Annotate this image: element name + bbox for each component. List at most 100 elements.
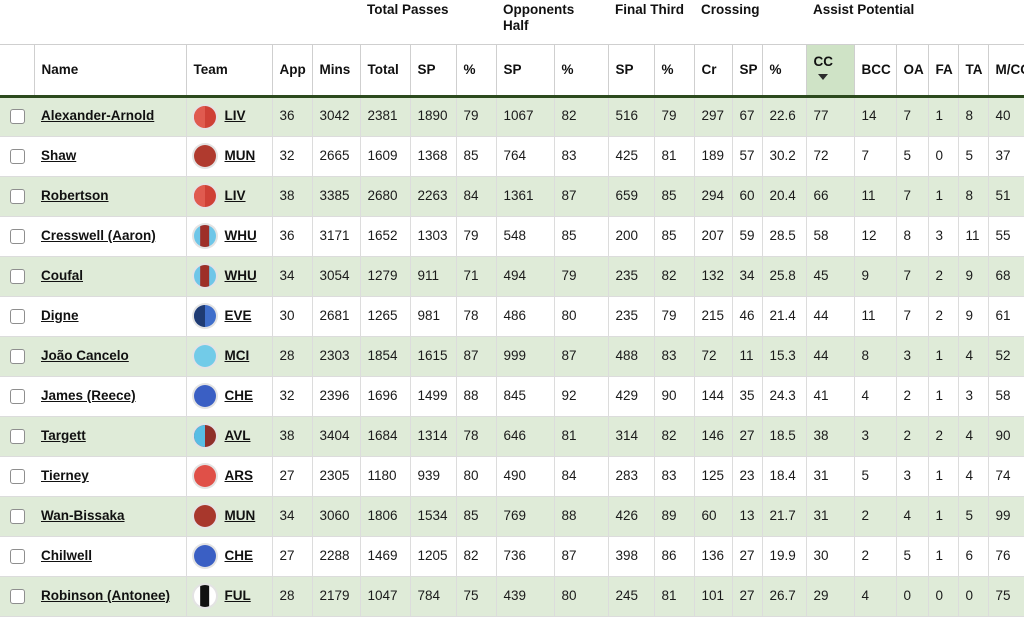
total-passes-total-column[interactable]: Total	[359, 43, 411, 98]
team-wrapper: CHE	[193, 545, 265, 567]
team-link[interactable]: CHE	[225, 388, 254, 404]
row-checkbox[interactable]	[9, 109, 25, 124]
stat-cell-oa: 2	[895, 416, 929, 457]
row-checkbox[interactable]	[9, 348, 25, 364]
stat-cell-tp-pct: 82	[455, 536, 497, 577]
mins-column[interactable]: Mins	[311, 43, 361, 98]
row-checkbox[interactable]	[9, 508, 25, 524]
team-link[interactable]: MUN	[225, 148, 256, 164]
crossing-pct-column[interactable]: %	[761, 43, 807, 98]
player-name-link[interactable]: Robinson (Antonee)	[41, 588, 170, 604]
player-name-link[interactable]: Shaw	[41, 148, 76, 164]
row-select-cell[interactable]	[0, 296, 34, 337]
assist-mcc-column[interactable]: M/CC	[987, 43, 1024, 98]
player-name-link[interactable]: Chilwell	[41, 548, 92, 564]
team-column[interactable]: Team	[185, 43, 272, 98]
player-name-cell: Cresswell (Aaron)	[34, 216, 186, 257]
row-select-cell[interactable]	[0, 576, 34, 617]
crossing-sp-column[interactable]: SP	[731, 43, 763, 98]
row-checkbox[interactable]	[9, 268, 25, 284]
team-link[interactable]: LIV	[225, 108, 246, 124]
opponents-half-sp-column[interactable]: SP	[495, 43, 555, 98]
team-link[interactable]: FUL	[225, 588, 251, 604]
stat-cell-oh-pct: 82	[553, 96, 609, 137]
player-name-link[interactable]: João Cancelo	[41, 348, 129, 364]
crossing-cr-column[interactable]: Cr	[693, 43, 733, 98]
table-row: Coufal WHU 34 3054 1279 911 71 494 79 235 82 132 34 2…	[0, 256, 1024, 297]
final-third-pct-column[interactable]: %	[653, 43, 695, 98]
stat-cell-mcc: 74	[987, 456, 1024, 497]
assist-cc-column[interactable]: CC	[805, 43, 855, 98]
row-checkbox[interactable]	[9, 388, 25, 404]
final-third-sp-column[interactable]: SP	[607, 43, 655, 98]
app-column[interactable]: App	[271, 43, 312, 98]
row-checkbox[interactable]	[9, 428, 25, 444]
team-link[interactable]: WHU	[225, 268, 257, 284]
stat-cell-oh-sp: 494	[495, 256, 555, 297]
row-select-cell[interactable]	[0, 216, 34, 257]
team-link[interactable]: AVL	[225, 428, 251, 444]
player-name-link[interactable]: Alexander-Arnold	[41, 108, 154, 124]
row-checkbox[interactable]	[9, 588, 25, 604]
row-select-cell[interactable]	[0, 376, 34, 417]
player-name-link[interactable]: Targett	[41, 428, 86, 444]
row-select-cell[interactable]	[0, 256, 34, 297]
row-checkbox[interactable]	[9, 228, 25, 244]
team-link[interactable]: MCI	[225, 348, 250, 364]
team-link[interactable]: WHU	[225, 228, 257, 244]
assist-oa-column[interactable]: OA	[895, 43, 929, 98]
total-passes-pct-column[interactable]: %	[455, 43, 497, 98]
team-link[interactable]: ARS	[225, 468, 254, 484]
table-row: Robinson (Antonee) FUL 28 2179 1047 784 75 439 8…	[0, 576, 1024, 617]
stat-cell-cc: 77	[805, 96, 855, 137]
stat-cell-ft-pct: 81	[653, 136, 695, 177]
stat-cell-mcc: 61	[987, 296, 1024, 337]
row-select-cell[interactable]	[0, 96, 34, 137]
stat-cell-cr: 297	[693, 96, 733, 137]
team-wrapper: ARS	[193, 465, 265, 487]
player-name-link[interactable]: Cresswell (Aaron)	[41, 228, 156, 244]
team-link[interactable]: CHE	[225, 548, 254, 564]
team-wrapper: CHE	[193, 385, 265, 407]
player-name-link[interactable]: Digne	[41, 308, 79, 324]
row-checkbox[interactable]	[9, 188, 25, 204]
player-name-link[interactable]: Coufal	[41, 268, 83, 284]
row-select-cell[interactable]	[0, 176, 34, 217]
player-name-link[interactable]: James (Reece)	[41, 388, 136, 404]
sort-descending-icon[interactable]	[817, 73, 828, 80]
team-link[interactable]: EVE	[225, 308, 252, 324]
stat-cell-oh-pct: 87	[553, 176, 609, 217]
stat-cell-oh-sp: 490	[495, 456, 555, 497]
row-checkbox[interactable]	[9, 148, 25, 164]
player-name-link[interactable]: Robertson	[41, 188, 109, 204]
assist-ta-column[interactable]: TA	[957, 43, 989, 98]
name-column[interactable]: Name	[33, 43, 186, 98]
row-select-cell[interactable]	[0, 336, 34, 377]
row-checkbox[interactable]	[9, 548, 25, 564]
stat-cell-cc: 31	[805, 496, 855, 537]
stat-cell-ft-sp: 659	[607, 176, 655, 217]
row-select-cell[interactable]	[0, 496, 34, 537]
row-select-cell[interactable]	[0, 416, 34, 457]
row-checkbox[interactable]	[9, 468, 25, 484]
row-select-cell[interactable]	[0, 456, 34, 497]
assist-fa-column[interactable]: FA	[927, 43, 959, 98]
stat-cell-fa: 2	[927, 256, 959, 297]
column-header-label: M/CC	[995, 61, 1024, 77]
stat-cell-tp-pct: 88	[455, 376, 497, 417]
group-header-crossing: Crossing	[694, 0, 807, 44]
row-checkbox[interactable]	[9, 308, 25, 324]
opponents-half-pct-column[interactable]: %	[553, 43, 609, 98]
assist-bcc-column[interactable]: BCC	[853, 43, 897, 98]
player-name-cell: Shaw	[34, 136, 186, 177]
row-select-cell[interactable]	[0, 536, 34, 577]
row-select-cell[interactable]	[0, 136, 34, 177]
stat-cell-cc: 44	[805, 336, 855, 377]
total-passes-sp-column[interactable]: SP	[409, 43, 457, 98]
stat-cell-ft-sp: 314	[607, 416, 655, 457]
player-name-link[interactable]: Tierney	[41, 468, 89, 484]
team-link[interactable]: MUN	[225, 508, 256, 524]
badge-left-half	[193, 105, 205, 128]
team-link[interactable]: LIV	[225, 188, 246, 204]
player-name-link[interactable]: Wan-Bissaka	[41, 508, 125, 524]
